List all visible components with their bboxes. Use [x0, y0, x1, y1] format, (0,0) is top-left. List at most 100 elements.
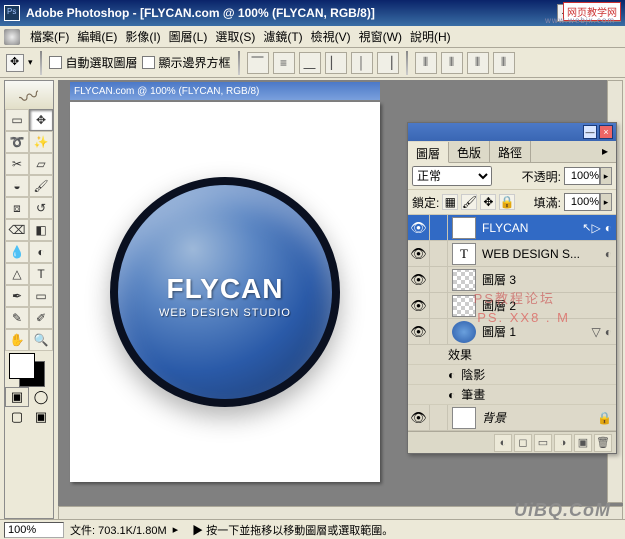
- auto-select-checkbox[interactable]: [49, 56, 62, 69]
- align-bottom-icon[interactable]: ⎽: [299, 52, 321, 74]
- menu-image[interactable]: 影像(I): [121, 26, 164, 47]
- link-column[interactable]: [430, 405, 448, 430]
- menu-window[interactable]: 視窗(W): [355, 26, 406, 47]
- layer-name[interactable]: 背景: [480, 409, 597, 426]
- screen-mode-2-icon[interactable]: ▣: [29, 407, 53, 427]
- new-layer-button-icon[interactable]: ▣: [574, 434, 592, 452]
- document-titlebar[interactable]: FLYCAN.com @ 100% (FLYCAN, RGB/8): [70, 82, 380, 100]
- effect-row-stroke[interactable]: ◐筆畫: [408, 385, 616, 405]
- panel-close-icon[interactable]: ×: [599, 125, 613, 139]
- marquee-tool[interactable]: ▭: [5, 109, 29, 131]
- lasso-tool[interactable]: ➰: [5, 131, 29, 153]
- fx-badge-icon[interactable]: ◐: [605, 221, 612, 235]
- menu-edit[interactable]: 編輯(E): [73, 26, 121, 47]
- distribute-top-icon[interactable]: ⫴: [415, 52, 437, 74]
- screen-mode-1-icon[interactable]: ▢: [5, 407, 29, 427]
- foreground-color[interactable]: [9, 353, 35, 379]
- layer-name[interactable]: FLYCAN: [480, 221, 580, 235]
- effect-row-shadow[interactable]: ◐陰影: [408, 365, 616, 385]
- link-column[interactable]: [430, 267, 448, 292]
- slice-tool[interactable]: ▱: [29, 153, 53, 175]
- folder-button-icon[interactable]: ▭: [534, 434, 552, 452]
- heal-tool[interactable]: ◒: [5, 175, 29, 197]
- fx-triangle-icon[interactable]: ▽: [592, 325, 601, 339]
- gradient-tool[interactable]: ◧: [29, 219, 53, 241]
- blend-mode-select[interactable]: 正常: [412, 166, 492, 186]
- menu-view[interactable]: 檢視(V): [307, 26, 355, 47]
- distribute-vcenter-icon[interactable]: ⫴: [441, 52, 463, 74]
- document-canvas[interactable]: FLYCAN WEB DESIGN STUDIO: [70, 102, 380, 482]
- color-swatches[interactable]: [5, 351, 53, 387]
- align-left-icon[interactable]: ▏: [325, 52, 347, 74]
- zoom-field[interactable]: 100%: [4, 522, 64, 538]
- zoom-tool[interactable]: 🔍: [29, 329, 53, 351]
- tab-paths[interactable]: 路徑: [490, 141, 531, 162]
- visibility-toggle-icon[interactable]: 👁: [408, 293, 430, 318]
- fx-badge-icon[interactable]: ◐: [605, 247, 612, 261]
- eraser-tool[interactable]: ⌫: [5, 219, 29, 241]
- fill-input[interactable]: [564, 193, 600, 211]
- layer-name[interactable]: 圖層 1: [480, 323, 592, 340]
- fx-button-icon[interactable]: ◐: [494, 434, 512, 452]
- visibility-toggle-icon[interactable]: 👁: [408, 215, 430, 240]
- lock-transparent-icon[interactable]: ▦: [442, 194, 458, 210]
- menu-select[interactable]: 選取(S): [211, 26, 259, 47]
- history-brush-tool[interactable]: ↺: [29, 197, 53, 219]
- link-column[interactable]: [430, 293, 448, 318]
- standard-mode-icon[interactable]: ▣: [5, 387, 29, 407]
- visibility-toggle-icon[interactable]: 👁: [408, 267, 430, 292]
- path-select-tool[interactable]: △: [5, 263, 29, 285]
- lock-position-icon[interactable]: ✥: [480, 194, 496, 210]
- visibility-toggle-icon[interactable]: 👁: [408, 319, 430, 344]
- link-column[interactable]: [430, 241, 448, 266]
- hand-tool[interactable]: ✋: [5, 329, 29, 351]
- shape-tool[interactable]: ▭: [29, 285, 53, 307]
- link-column[interactable]: [430, 319, 448, 344]
- type-tool[interactable]: T: [29, 263, 53, 285]
- visibility-toggle-icon[interactable]: 👁: [408, 405, 430, 430]
- distribute-bottom-icon[interactable]: ⫴: [467, 52, 489, 74]
- layer-row-flycan[interactable]: 👁 T FLYCAN ↖ ▷◐: [408, 215, 616, 241]
- fx-triangle-icon[interactable]: ▷: [592, 221, 601, 235]
- stamp-tool[interactable]: ⧈: [5, 197, 29, 219]
- trash-button-icon[interactable]: 🗑: [594, 434, 612, 452]
- current-tool-indicator[interactable]: [6, 54, 24, 72]
- layer-row-webdesign[interactable]: 👁 T WEB DESIGN S... ◐: [408, 241, 616, 267]
- show-bounds-checkbox[interactable]: [142, 56, 155, 69]
- fill-slider-icon[interactable]: ▸: [600, 193, 612, 211]
- visibility-toggle-icon[interactable]: 👁: [408, 241, 430, 266]
- align-hcenter-icon[interactable]: │: [351, 52, 373, 74]
- wand-tool[interactable]: ✨: [29, 131, 53, 153]
- link-column[interactable]: [430, 215, 448, 240]
- menu-help[interactable]: 說明(H): [406, 26, 455, 47]
- opacity-slider-icon[interactable]: ▸: [600, 167, 612, 185]
- menu-filter[interactable]: 濾鏡(T): [259, 26, 306, 47]
- adjust-button-icon[interactable]: ◑: [554, 434, 572, 452]
- blur-tool[interactable]: 💧: [5, 241, 29, 263]
- align-right-icon[interactable]: ▕: [377, 52, 399, 74]
- panel-titlebar[interactable]: — ×: [408, 123, 616, 141]
- dropdown-icon[interactable]: ▸: [173, 523, 179, 536]
- mask-button-icon[interactable]: ◻: [514, 434, 532, 452]
- panel-minimize-icon[interactable]: —: [583, 125, 597, 139]
- quickmask-mode-icon[interactable]: ◯: [29, 387, 53, 407]
- fx-badge-icon[interactable]: ◐: [605, 325, 612, 339]
- crop-tool[interactable]: ✂: [5, 153, 29, 175]
- menu-file[interactable]: 檔案(F): [26, 26, 73, 47]
- menu-layer[interactable]: 圖層(L): [165, 26, 212, 47]
- brush-tool[interactable]: 🖌: [29, 175, 53, 197]
- move-tool[interactable]: ✥: [29, 109, 53, 131]
- lock-all-icon[interactable]: 🔒: [499, 194, 515, 210]
- layer-name[interactable]: WEB DESIGN S...: [480, 247, 605, 261]
- lock-pixels-icon[interactable]: 🖌: [461, 194, 477, 210]
- layer-row-background[interactable]: 👁 背景 🔒: [408, 405, 616, 431]
- pen-tool[interactable]: ✒: [5, 285, 29, 307]
- effect-row-effects[interactable]: 效果: [408, 345, 616, 365]
- opacity-input[interactable]: [564, 167, 600, 185]
- notes-tool[interactable]: ✎: [5, 307, 29, 329]
- dropdown-icon[interactable]: ▾: [28, 57, 33, 68]
- panel-menu-icon[interactable]: ▸: [594, 141, 616, 162]
- align-top-icon[interactable]: ⎺: [247, 52, 269, 74]
- distribute-left-icon[interactable]: ⫴: [493, 52, 515, 74]
- document-icon[interactable]: [4, 29, 20, 45]
